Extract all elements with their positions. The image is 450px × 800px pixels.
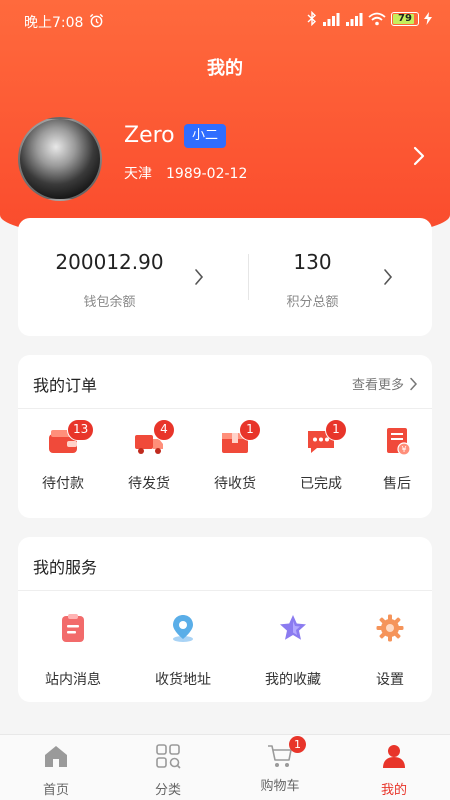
points-total[interactable]: 130 积分总额 <box>225 218 432 336</box>
gear-icon <box>376 614 404 642</box>
user-meta: 天津 1989-02-12 <box>124 163 247 183</box>
order-badge: 13 <box>67 419 95 441</box>
service-site-messages[interactable]: 站内消息 <box>27 613 119 693</box>
avatar[interactable] <box>18 117 102 201</box>
tab-mine[interactable]: 我的 <box>338 735 450 800</box>
signal-icon <box>323 12 340 26</box>
service-shipping-address[interactable]: 收货地址 <box>137 613 229 693</box>
category-icon <box>156 744 181 769</box>
order-badge: 1 <box>239 419 261 441</box>
wallet-balance-value: 200012.90 <box>55 250 164 274</box>
points-label: 积分总额 <box>286 295 339 310</box>
service-favorites[interactable]: 我的收藏 <box>247 613 339 693</box>
order-label: 已完成 <box>300 476 342 492</box>
order-label: 待付款 <box>42 476 84 492</box>
cart-badge: 1 <box>289 736 306 753</box>
user-icon <box>383 745 405 768</box>
star-icon <box>280 615 306 640</box>
username: Zero <box>124 123 175 148</box>
order-label: 待收货 <box>214 476 256 492</box>
tab-cart[interactable]: 1 购物车 <box>224 735 336 800</box>
wallet-balance-label: 钱包余额 <box>83 295 136 310</box>
signal-icon <box>346 12 363 26</box>
orders-header: 我的订单 查看更多 <box>18 355 432 409</box>
services-title: 我的服务 <box>33 558 98 577</box>
view-more-label: 查看更多 <box>351 378 404 393</box>
profile-chevron-right-icon[interactable] <box>412 144 426 168</box>
bluetooth-icon <box>307 11 317 26</box>
tab-label: 购物车 <box>260 779 300 794</box>
order-pending-receipt[interactable]: 1 待收货 <box>200 419 270 500</box>
chevron-right-icon <box>384 269 393 285</box>
orders-card: 我的订单 查看更多 13 待付款 4 待发货 1 待收货 1 已完成 ¥ 售后 <box>18 355 432 518</box>
order-label: 售后 <box>383 476 411 492</box>
svg-text:¥: ¥ <box>401 445 406 454</box>
tab-label: 分类 <box>154 783 181 798</box>
user-city: 天津 <box>124 166 152 182</box>
service-label: 收货地址 <box>155 672 211 688</box>
home-icon <box>45 746 67 767</box>
clipboard-icon <box>62 614 84 642</box>
services-card: 我的服务 站内消息 收货地址 我的收藏 设置 <box>18 537 432 702</box>
wallet-card: 200012.90 钱包余额 130 积分总额 <box>18 218 432 336</box>
bottom-tab-bar: 首页 分类 1 购物车 我的 <box>0 734 450 800</box>
wallet-balance[interactable]: 200012.90 钱包余额 <box>18 218 225 336</box>
order-completed[interactable]: 1 已完成 <box>286 419 356 500</box>
chevron-right-icon <box>410 377 418 390</box>
view-more-orders-link[interactable]: 查看更多 <box>352 374 418 393</box>
order-label: 待发货 <box>128 476 170 492</box>
charging-icon <box>424 12 432 25</box>
status-time: 晚上7:08 <box>24 15 84 31</box>
battery-icon: 79 <box>391 11 419 26</box>
order-pending-payment[interactable]: 13 待付款 <box>28 419 98 500</box>
orders-title: 我的订单 <box>33 376 98 395</box>
role-badge: 小二 <box>184 124 227 148</box>
order-badge: 4 <box>153 419 175 441</box>
chevron-right-icon <box>195 269 204 285</box>
location-pin-icon <box>173 615 193 642</box>
receipt-icon: ¥ <box>387 428 411 456</box>
status-icons: 79 <box>307 11 432 26</box>
status-bar: 晚上7:08 79 <box>0 0 450 42</box>
wifi-icon <box>368 12 386 25</box>
service-label: 站内消息 <box>45 672 101 688</box>
tab-label: 我的 <box>380 783 407 798</box>
tab-home[interactable]: 首页 <box>0 735 112 800</box>
order-after-sales[interactable]: ¥ 售后 <box>362 425 432 500</box>
service-label: 我的收藏 <box>265 672 321 688</box>
user-birthday: 1989-02-12 <box>166 166 248 182</box>
battery-level: 79 <box>398 12 412 24</box>
alarm-icon <box>89 13 104 28</box>
tab-label: 首页 <box>42 783 69 798</box>
service-label: 设置 <box>376 672 404 688</box>
tab-category[interactable]: 分类 <box>112 735 224 800</box>
order-badge: 1 <box>325 419 347 441</box>
service-settings[interactable]: 设置 <box>344 613 436 693</box>
services-header: 我的服务 <box>18 537 432 591</box>
order-pending-shipment[interactable]: 4 待发货 <box>114 419 184 500</box>
page-title: 我的 <box>207 58 243 79</box>
